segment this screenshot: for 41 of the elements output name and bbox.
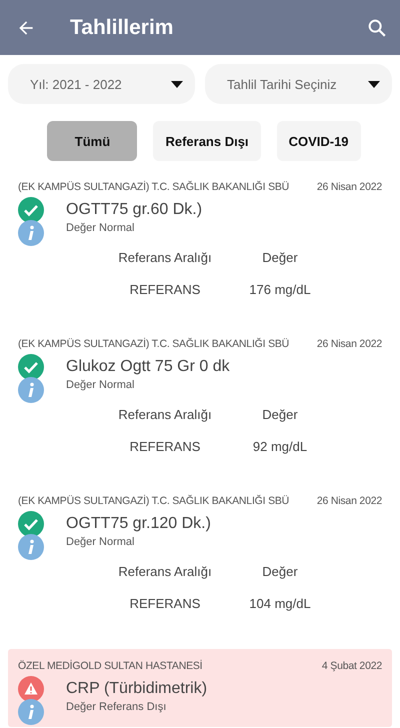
caret-icon [171,80,183,88]
search-icon[interactable] [366,16,388,38]
column-header: Referans Aralığı [117,407,213,422]
caret-icon [368,80,380,88]
screen-title: Tahlillerim [70,16,174,40]
column-header: Referans Aralığı [117,564,213,579]
status-text: Değer Normal [66,222,134,234]
column-header: Referans Aralığı [117,250,213,265]
hospital-name: (EK KAMPÜS SULTANGAZİ) T.C. SAĞLIK BAKANLIĞI SBÜ [18,495,290,507]
test-name: OGTT75 gr.60 Dk.) [66,201,202,219]
table-cell-text: 176 mg/dL [248,282,312,297]
table-cell-text: REFERANS [128,596,202,611]
result-date: 4 Şubat 2022 [322,660,382,672]
test-name: CRP (Türbidimetrik) [66,680,208,698]
column-header: Değer [261,407,299,422]
hospital-name: (EK KAMPÜS SULTANGAZİ) T.C. SAĞLIK BAKANLIĞI SBÜ [18,181,290,193]
info-icon[interactable] [18,220,44,246]
column-header: Değer [261,250,299,265]
test-name: OGTT75 gr.120 Dk.) [66,515,211,533]
filter-tab[interactable]: COVID-19 [276,121,361,161]
table-cell-text: 92 mg/dL [252,439,308,454]
filter-tab[interactable]: Tümü [47,121,138,161]
result-date: 26 Nisan 2022 [316,181,382,193]
status-text: Değer Normal [66,536,134,548]
info-icon[interactable] [18,377,44,403]
column-header: Değer [261,564,299,579]
result-date: 26 Nisan 2022 [316,495,382,507]
dropdown[interactable]: Yıl: 2021 - 2022 [8,64,195,104]
result-date: 26 Nisan 2022 [316,338,382,350]
status-text: Değer Normal [66,379,134,391]
table-cell-text: 104 mg/dL [248,596,312,611]
hospital-name: (EK KAMPÜS SULTANGAZİ) T.C. SAĞLIK BAKANLIĞI SBÜ [18,338,290,350]
test-name: Glukoz Ogtt 75 Gr 0 dk [66,358,230,376]
info-icon[interactable] [18,534,44,560]
table-cell-text: REFERANS [128,439,202,454]
dropdown[interactable]: Tahlil Tarihi Seçiniz [205,64,392,104]
filter-tab[interactable]: Referans Dışı [153,121,261,161]
status-text: Değer Referans Dışı [66,701,166,713]
table-cell-text: REFERANS [128,282,202,297]
hospital-name: ÖZEL MEDİGOLD SULTAN HASTANESİ [18,660,202,672]
info-icon[interactable] [18,699,44,725]
